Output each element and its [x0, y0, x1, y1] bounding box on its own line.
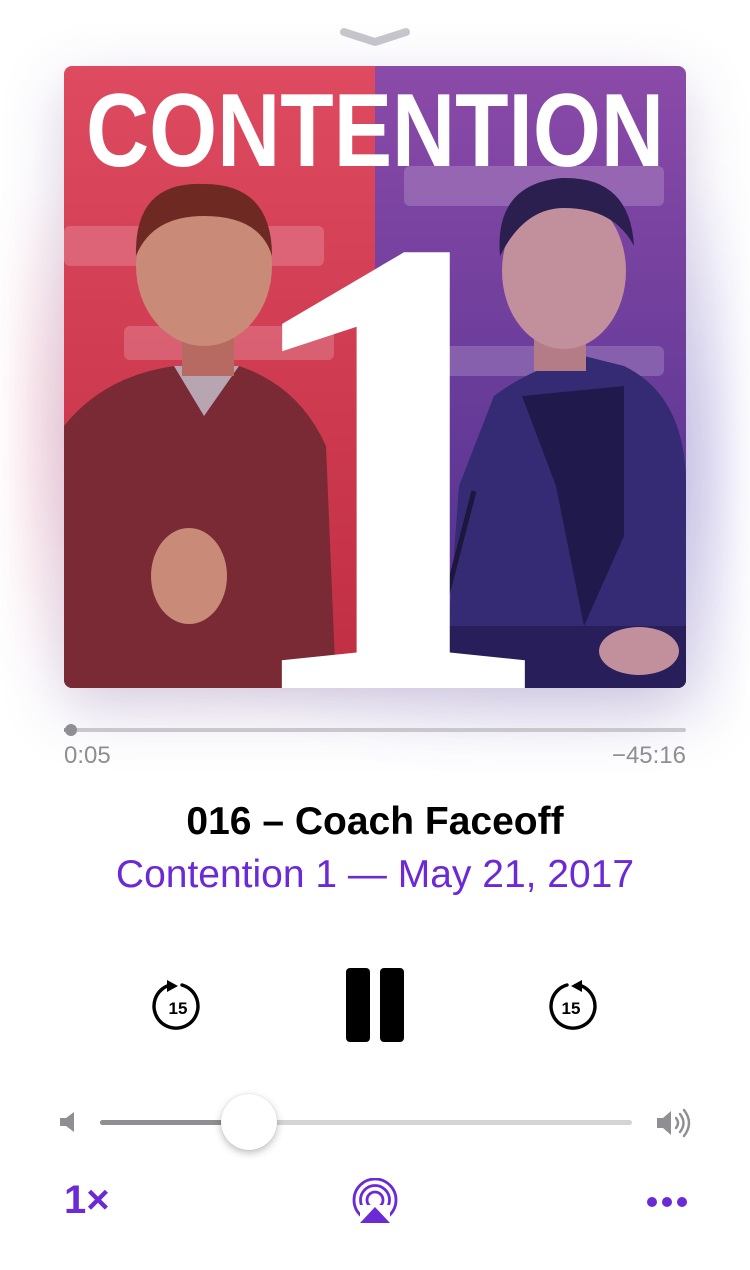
now-playing-sheet: CONTENTION 1 0:05 −45:16 016 – Coach Fac… — [0, 0, 750, 1270]
svg-text:15: 15 — [562, 999, 581, 1018]
rewind-15-icon[interactable]: 15 — [150, 978, 206, 1034]
svg-text:15: 15 — [169, 999, 188, 1018]
chevron-down-icon[interactable] — [338, 26, 412, 48]
episode-subtitle-link[interactable]: Contention 1 — May 21, 2017 — [0, 853, 750, 897]
episode-title: 016 – Coach Faceoff — [186, 800, 564, 843]
volume-thumb[interactable] — [220, 1094, 277, 1150]
playback-scrubber[interactable] — [64, 724, 686, 736]
speaker-low-icon — [60, 1112, 74, 1132]
remaining-time: −45:16 — [611, 742, 686, 769]
pause-icon — [346, 968, 370, 1042]
airplay-audio-icon[interactable] — [350, 1178, 400, 1224]
more-dots-icon[interactable] — [646, 1190, 688, 1214]
speaker-high-icon — [657, 1108, 691, 1138]
elapsed-time: 0:05 — [64, 742, 111, 769]
scrubber-track — [64, 728, 686, 732]
playback-speed-button[interactable]: 1× — [64, 1178, 110, 1223]
podcast-artwork: CONTENTION 1 — [64, 66, 686, 688]
volume-slider[interactable] — [100, 1094, 632, 1150]
forward-15-icon[interactable]: 15 — [543, 978, 599, 1034]
pause-button[interactable] — [346, 968, 404, 1042]
pause-icon-bar — [380, 968, 404, 1042]
artwork-episode-number: 1 — [229, 100, 559, 688]
